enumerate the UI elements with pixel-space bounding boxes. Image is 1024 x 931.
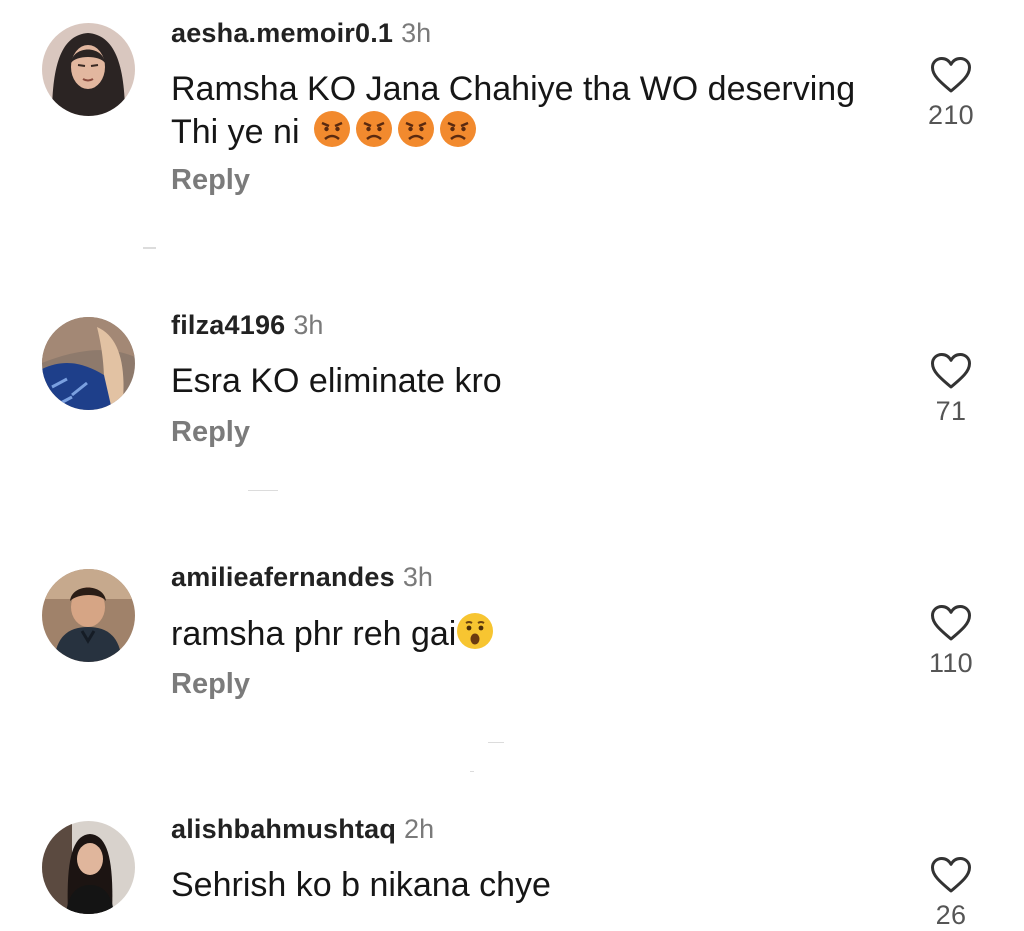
- avatar[interactable]: [42, 569, 135, 662]
- timestamp: 3h: [401, 18, 432, 48]
- comment-header: filza4196 3h: [171, 310, 323, 341]
- comment-header: alishbahmushtaq 2h: [171, 814, 434, 845]
- username[interactable]: filza4196: [171, 310, 285, 340]
- astonished-face-emoji: [457, 613, 494, 649]
- reply-button[interactable]: Reply: [171, 164, 250, 197]
- heart-outline-icon[interactable]: [930, 604, 972, 642]
- angry-face-emoji: [397, 111, 434, 147]
- like-count: 71: [935, 396, 967, 426]
- comment-text: Sehrish ko b nikana chye: [171, 864, 871, 906]
- like-control: 210: [920, 56, 982, 131]
- like-control: 71: [920, 352, 982, 427]
- username[interactable]: amilieafernandes: [171, 562, 395, 592]
- like-count: 26: [935, 900, 967, 930]
- divider-artifact: [248, 490, 278, 491]
- reply-button[interactable]: Reply: [171, 668, 250, 701]
- heart-outline-icon[interactable]: [930, 856, 972, 894]
- angry-face-emoji: [439, 111, 476, 147]
- divider-artifact: [470, 771, 474, 772]
- divider-artifact: [488, 742, 504, 743]
- avatar-image: [42, 317, 135, 410]
- reply-button[interactable]: Reply: [171, 416, 250, 449]
- angry-face-emoji: [355, 111, 392, 147]
- comment-body: ramsha phr reh gai: [171, 615, 457, 653]
- username[interactable]: aesha.memoir0.1: [171, 18, 393, 48]
- comment-body: Sehrish ko b nikana chye: [171, 866, 551, 904]
- timestamp: 3h: [402, 562, 433, 592]
- like-count: 210: [928, 100, 974, 130]
- heart-outline-icon[interactable]: [930, 352, 972, 390]
- like-control: 110: [920, 604, 982, 679]
- avatar[interactable]: [42, 23, 135, 116]
- comment-text: ramsha phr reh gai: [171, 612, 871, 655]
- comment-body: Esra KO eliminate kro: [171, 362, 502, 400]
- username[interactable]: alishbahmushtaq: [171, 814, 396, 844]
- like-count: 110: [929, 648, 973, 678]
- heart-outline-icon[interactable]: [930, 56, 972, 94]
- timestamp: 2h: [404, 814, 435, 844]
- avatar[interactable]: [42, 317, 135, 410]
- like-control: 26: [920, 856, 982, 931]
- comment-text: Esra KO eliminate kro: [171, 360, 871, 402]
- angry-face-emoji: [313, 111, 350, 147]
- comment-text: Ramsha KO Jana Chahiye tha WO deserving …: [171, 68, 871, 153]
- timestamp: 3h: [293, 310, 324, 340]
- comment-header: amilieafernandes 3h: [171, 562, 433, 593]
- avatar-image: [42, 23, 135, 116]
- avatar-image: [42, 569, 135, 662]
- comment-body: Ramsha KO Jana Chahiye tha WO deserving …: [171, 70, 856, 151]
- divider-artifact: [143, 247, 156, 249]
- avatar-image: [42, 821, 135, 914]
- comment-header: aesha.memoir0.1 3h: [171, 18, 431, 49]
- avatar[interactable]: [42, 821, 135, 914]
